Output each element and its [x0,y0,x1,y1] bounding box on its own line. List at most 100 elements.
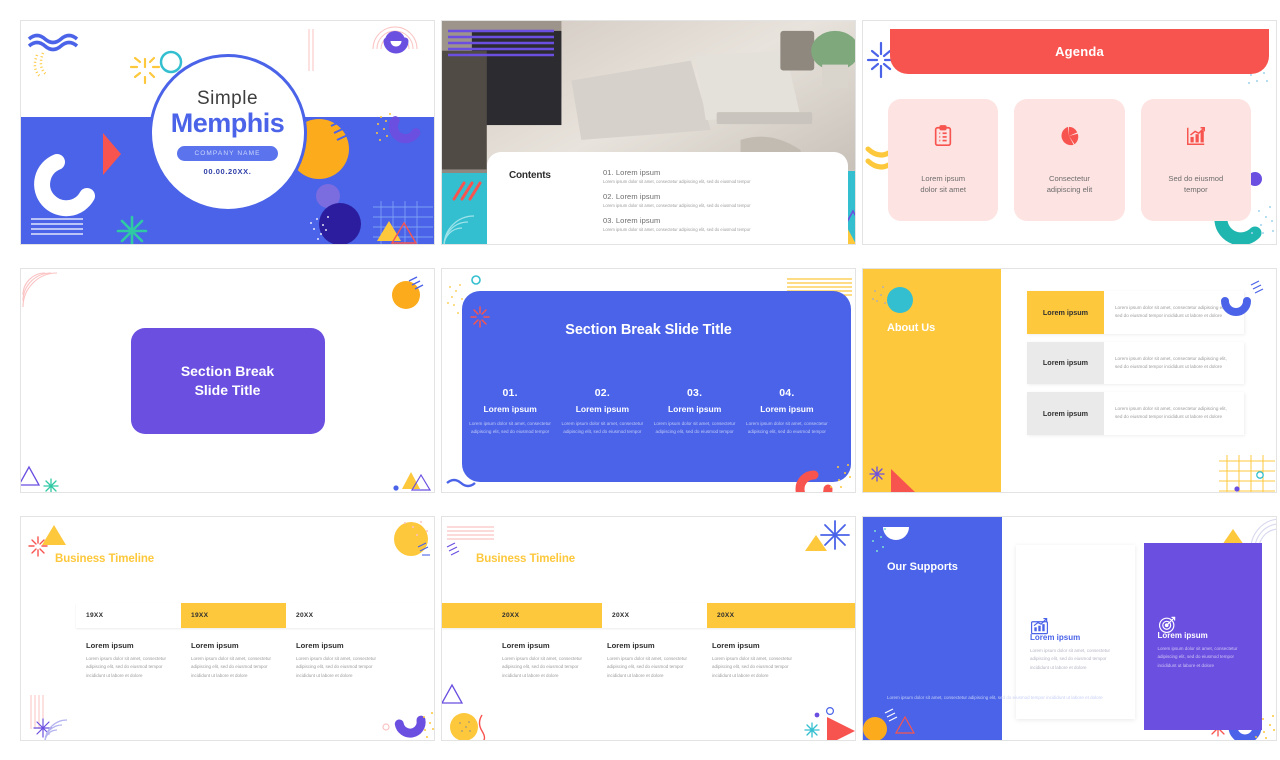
timeline-column[interactable]: Lorem ipsum Lorem ipsum dolor sit amet, … [607,641,712,680]
timeline-year[interactable]: 20XX [707,603,855,628]
slide-section-break[interactable]: Section Break Slide Title [20,268,435,493]
about-row-tag: Lorem ipsum [1027,392,1104,435]
timeline-column-heading: Lorem ipsum [502,641,550,650]
timeline-column-list: Lorem ipsum Lorem ipsum dolor sit amet, … [502,641,847,680]
clipboard-checklist-icon [934,124,952,146]
contents-item-label: 02. Lorem ipsum [603,192,661,201]
column-heading: Lorem ipsum [575,404,630,414]
timeline-column[interactable]: Lorem ipsum Lorem ipsum dolor sit amet, … [296,641,401,680]
column-body: Lorem ipsum dolor sit amet, consectetur … [561,421,644,435]
section-break-title: Section Break Slide Title [130,327,325,434]
section-break-columns-title: Section Break Slide Title [565,322,732,338]
contents-heading: Contents [509,170,551,181]
timeline-column-body: Lorem ipsum dolor sit amet, consectetur … [607,656,688,678]
timeline-column-body: Lorem ipsum dolor sit amet, consectetur … [296,656,377,678]
timeline-year[interactable]: 20XX [602,603,707,628]
timeline-year[interactable]: 19XX [181,603,286,628]
timeline-column-heading: Lorem ipsum [86,641,134,650]
timeline-year-bar: 19XX 19XX 20XX [76,603,434,628]
list-item[interactable]: 01. Lorem ipsum Lorem ipsum dolor sit am… [603,168,828,184]
column-number: 01. [502,387,518,399]
agenda-heading: Agenda [890,29,1269,74]
contents-item-label: 03. Lorem ipsum [603,216,661,225]
timeline-title: Business Timeline [55,553,154,565]
agenda-card-label: Lorem ipsum dolor sit amet [920,173,966,194]
support-card-body: Lorem ipsum dolor sit amet, consectetur … [1157,646,1238,668]
contents-list: 01. Lorem ipsum Lorem ipsum dolor sit am… [603,168,828,240]
slide-business-timeline-2[interactable]: Business Timeline 20XX 20XX 20XX Lorem i… [441,516,856,741]
about-us-title: About Us [887,322,936,334]
teal-circle-decoration [887,287,913,313]
list-item[interactable]: Lorem ipsum Lorem ipsum dolor sit amet, … [1027,392,1244,435]
our-supports-body: Lorem ipsum dolor sit amet, consectetur … [887,694,1103,700]
about-row-body: Lorem ipsum dolor sit amet, consectetur … [1104,341,1244,385]
about-row-tag: Lorem ipsum [1027,291,1104,334]
bar-chart-growth-icon [1030,617,1049,635]
agenda-card[interactable]: Sed do eiusmod tempor [1140,99,1251,221]
timeline-column-heading: Lorem ipsum [296,641,344,650]
contents-item-body: Lorem ipsum dolor sit amet, consectetur … [603,203,751,208]
timeline-column-body: Lorem ipsum dolor sit amet, consectetur … [191,656,272,678]
agenda-card[interactable]: Lorem ipsum dolor sit amet [888,99,999,221]
our-supports-card-list: Lorem ipsum Lorem ipsum dolor sit amet, … [1016,543,1262,730]
about-row-body: Lorem ipsum dolor sit amet, consectetur … [1104,291,1244,334]
our-supports-sidebar [863,517,1002,740]
about-row-body: Lorem ipsum dolor sit amet, consectetur … [1104,392,1244,435]
agenda-card[interactable]: Consectetur adipiscing elit [1014,99,1125,221]
presentation-date: 00.00.20XX. [203,167,252,177]
section-break-column[interactable]: 03. Lorem ipsum Lorem ipsum dolor sit am… [649,387,741,436]
section-break-column[interactable]: 02. Lorem ipsum Lorem ipsum dolor sit am… [556,387,648,436]
slide-business-timeline-1[interactable]: Business Timeline 19XX 19XX 20XX Lorem i… [20,516,435,741]
slide-title-text: Memphis [170,107,285,138]
timeline-title: Business Timeline [476,553,575,565]
timeline-column-heading: Lorem ipsum [712,641,760,650]
slide-agenda[interactable]: Agenda Lorem ipsum dolor sit amet Consec… [862,20,1277,245]
column-heading: Lorem ipsum [667,404,722,414]
timeline-column-heading: Lorem ipsum [607,641,655,650]
section-break-column[interactable]: 04. Lorem ipsum Lorem ipsum dolor sit am… [741,387,833,436]
timeline-column[interactable]: Lorem ipsum Lorem ipsum dolor sit amet, … [86,641,191,680]
about-us-row-list: Lorem ipsum Lorem ipsum dolor sit amet, … [1027,291,1244,443]
slide-our-supports[interactable]: Our Supports Lorem ipsum dolor sit amet,… [862,516,1277,741]
contents-card: Contents 01. Lorem ipsum Lorem ipsum dol… [487,152,848,244]
timeline-column-body: Lorem ipsum dolor sit amet, consectetur … [86,656,167,678]
timeline-title-main: Business [55,553,109,565]
timeline-year[interactable]: 20XX [286,603,434,628]
slide-title[interactable]: Simple Memphis COMPANY NAME 00.00.20XX. [20,20,435,245]
timeline-year[interactable]: 19XX [76,603,181,628]
section-break-column-list: 01. Lorem ipsum Lorem ipsum dolor sit am… [464,387,833,436]
company-name-badge[interactable]: COMPANY NAME [177,146,278,162]
slide-subtitle: Simple [196,87,259,109]
column-body: Lorem ipsum dolor sit amet, consectetur … [746,421,828,435]
contents-item-body: Lorem ipsum dolor sit amet, consectetur … [603,179,751,184]
section-break-column[interactable]: 01. Lorem ipsum Lorem ipsum dolor sit am… [464,387,556,436]
timeline-column[interactable]: Lorem ipsum Lorem ipsum dolor sit amet, … [502,641,607,680]
list-item[interactable]: 03. Lorem ipsum Lorem ipsum dolor sit am… [603,216,828,232]
bar-chart-growth-icon [1186,126,1205,145]
timeline-year[interactable]: 20XX [442,603,602,628]
timeline-column[interactable]: Lorem ipsum Lorem ipsum dolor sit amet, … [191,641,296,680]
contents-item-label: 01. Lorem ipsum [603,168,661,177]
timeline-column-list: Lorem ipsum Lorem ipsum dolor sit amet, … [86,641,426,680]
target-dartboard-icon [1158,616,1175,634]
timeline-column-heading: Lorem ipsum [191,641,239,650]
timeline-title-main: Business [476,553,530,565]
slide-thumbnail-grid: Simple Memphis COMPANY NAME 00.00.20XX. [0,0,1280,760]
slide-section-break-columns[interactable]: Section Break Slide Title 01. Lorem ipsu… [441,268,856,493]
column-number: 04. [779,387,795,399]
list-item[interactable]: 02. Lorem ipsum Lorem ipsum dolor sit am… [603,192,828,208]
agenda-card-label: Consectetur adipiscing elit [1046,173,1093,194]
timeline-column[interactable]: Lorem ipsum Lorem ipsum dolor sit amet, … [712,641,817,680]
timeline-title-accent: Timeline [529,553,576,565]
column-body: Lorem ipsum dolor sit amet, consectetur … [653,421,736,435]
timeline-column-body: Lorem ipsum dolor sit amet, consectetur … [712,656,793,678]
list-item[interactable]: Lorem ipsum Lorem ipsum dolor sit amet, … [1027,291,1244,334]
column-number: 02. [594,387,610,399]
list-item[interactable]: Lorem ipsum Lorem ipsum dolor sit amet, … [1027,341,1244,385]
agenda-card-list: Lorem ipsum dolor sit amet Consectetur a… [888,99,1251,221]
column-number: 03. [687,387,703,399]
pie-chart-icon [1061,126,1079,145]
slide-contents[interactable]: Contents 01. Lorem ipsum Lorem ipsum dol… [441,20,856,245]
slide-about-us[interactable]: About Us Lorem ipsum Lorem ipsum dolor s… [862,268,1277,493]
timeline-column-body: Lorem ipsum dolor sit amet, consectetur … [502,656,583,678]
